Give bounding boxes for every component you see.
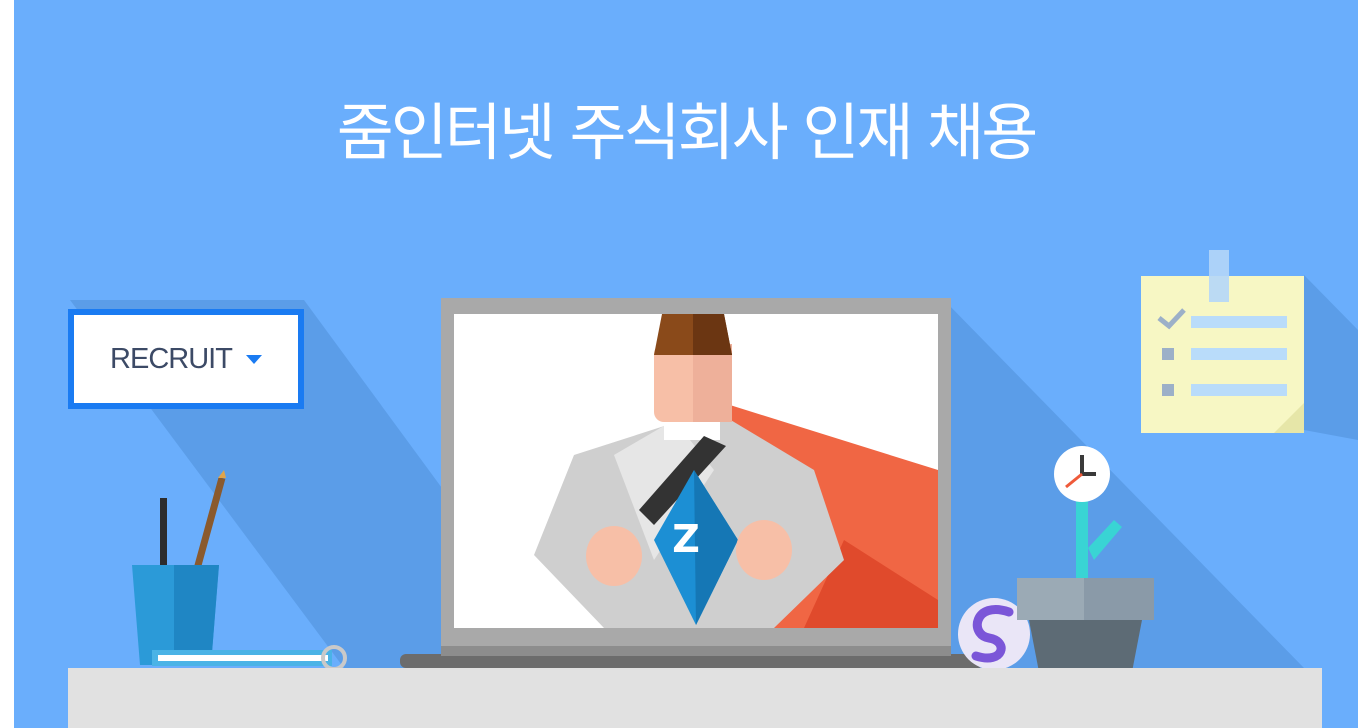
page-title: 줌인터넷 주식회사 인재 채용: [336, 96, 1039, 169]
caret-down-icon: [245, 354, 262, 364]
laptop-logo: Z: [672, 517, 700, 561]
recruit-dropdown-label: RECRUIT: [110, 342, 233, 375]
checklist-note-icon: [1141, 250, 1304, 433]
clock-icon: [1054, 446, 1110, 502]
recruit-dropdown[interactable]: RECRUIT: [68, 309, 304, 409]
desk-surface: [68, 668, 1322, 728]
recruit-banner: Z 줌인터넷 주식회사 인재 채용 RECRUIT: [14, 0, 1358, 728]
note-shadow: [1304, 275, 1358, 440]
